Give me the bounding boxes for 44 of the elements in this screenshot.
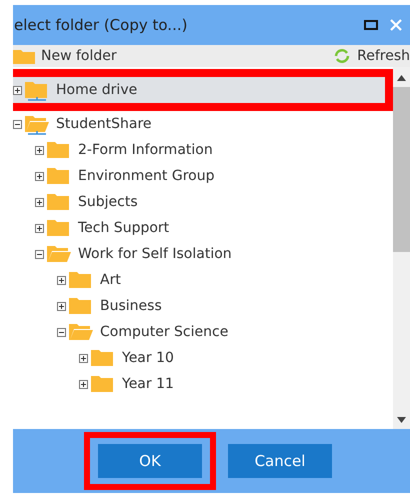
folder-icon xyxy=(68,269,94,291)
scrollbar[interactable] xyxy=(393,67,410,429)
folder-icon xyxy=(68,295,94,317)
folder-icon xyxy=(90,373,116,395)
expand-icon[interactable] xyxy=(79,354,88,362)
tree-item[interactable]: Business xyxy=(13,293,393,319)
tree-item[interactable]: Art xyxy=(13,267,393,293)
scroll-down-icon[interactable] xyxy=(397,417,406,423)
collapse-icon[interactable] xyxy=(13,120,22,128)
folder-icon xyxy=(46,165,72,187)
tree-item[interactable]: Work for Self Isolation xyxy=(13,241,393,267)
folder-icon xyxy=(46,217,72,239)
expand-icon[interactable] xyxy=(79,380,88,388)
expand-icon[interactable] xyxy=(35,198,44,206)
expand-icon[interactable] xyxy=(57,276,66,284)
folder-icon xyxy=(46,139,72,161)
collapse-icon[interactable] xyxy=(57,328,66,336)
refresh-button[interactable]: Refresh xyxy=(357,48,410,64)
tree-item[interactable]: Subjects xyxy=(13,189,393,215)
cancel-button[interactable]: Cancel xyxy=(228,444,332,478)
expand-icon[interactable] xyxy=(57,302,66,310)
collapse-icon[interactable] xyxy=(35,250,44,258)
expand-icon[interactable] xyxy=(35,146,44,154)
new-folder-button[interactable]: New folder xyxy=(41,48,117,64)
tree-item[interactable]: 2-Form Information xyxy=(13,137,393,163)
scroll-up-icon[interactable] xyxy=(397,75,406,81)
tree-item[interactable]: Year 10 xyxy=(13,345,393,371)
folder-icon xyxy=(46,191,72,213)
expand-icon[interactable] xyxy=(35,224,44,232)
tree-item[interactable]: Environment Group xyxy=(13,163,393,189)
tree-item[interactable]: StudentShare xyxy=(13,111,393,137)
expand-icon[interactable] xyxy=(35,172,44,180)
tree-item[interactable]: Tech Support xyxy=(13,215,393,241)
folder-icon xyxy=(13,48,35,64)
expand-icon[interactable] xyxy=(13,86,22,94)
tree-item[interactable]: Year 11 xyxy=(13,371,393,397)
window-title: elect folder (Copy to...) xyxy=(13,16,188,34)
maximize-icon[interactable] xyxy=(364,19,378,31)
folder-icon xyxy=(46,243,72,265)
folder-icon xyxy=(90,347,116,369)
tree-item[interactable]: Computer Science xyxy=(13,319,393,345)
tree-item[interactable]: Home drive xyxy=(13,77,385,103)
folder-icon xyxy=(68,321,94,343)
ok-button[interactable]: OK xyxy=(98,444,202,478)
